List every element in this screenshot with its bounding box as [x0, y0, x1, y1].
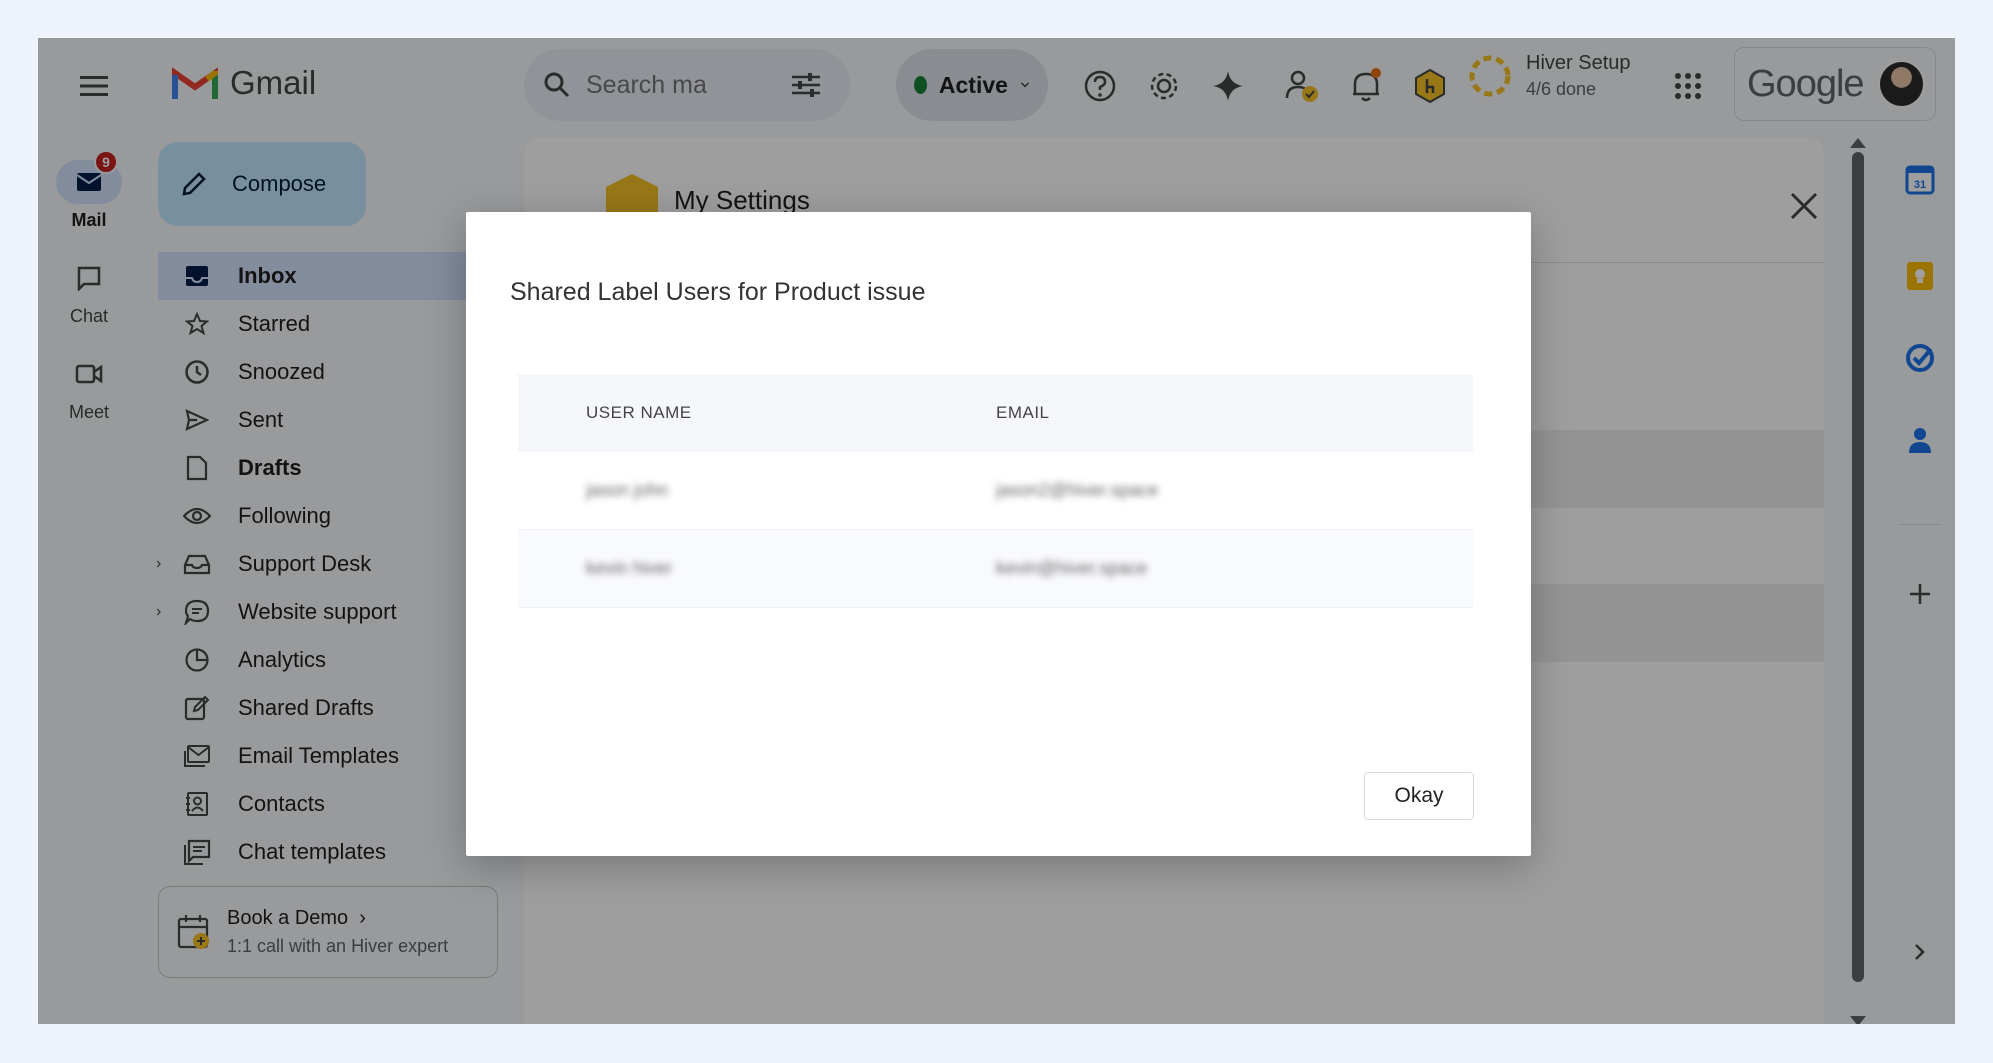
- email-cell: jason2@hiver.space: [996, 480, 1159, 500]
- column-header-user: USER NAME: [586, 403, 692, 422]
- user-name-cell: jason john: [586, 480, 669, 500]
- shared-label-users-dialog: Shared Label Users for Product issue USE…: [466, 212, 1531, 856]
- users-table: USER NAME EMAIL jason john jason2@hiver.…: [518, 374, 1473, 608]
- okay-button[interactable]: Okay: [1364, 772, 1474, 820]
- column-header-email: EMAIL: [996, 403, 1050, 422]
- email-cell: kevin@hiver.space: [996, 558, 1148, 578]
- user-name-cell: kevin hiver: [586, 558, 673, 578]
- dialog-title: Shared Label Users for Product issue: [510, 278, 926, 306]
- table-row: kevin hiver kevin@hiver.space: [518, 530, 1473, 608]
- table-header: USER NAME EMAIL: [518, 374, 1473, 452]
- table-row: jason john jason2@hiver.space: [518, 452, 1473, 530]
